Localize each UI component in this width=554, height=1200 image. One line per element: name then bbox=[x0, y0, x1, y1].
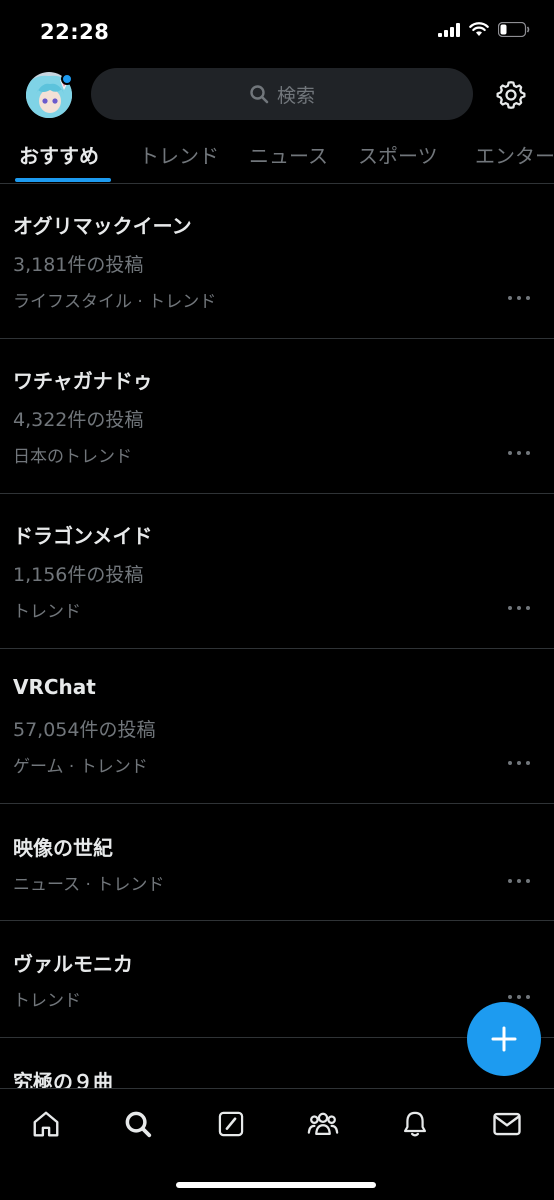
trend-title: オグリマックイーン bbox=[13, 214, 192, 238]
trend-context: ライフスタイル · トレンド bbox=[13, 292, 217, 312]
trend-title: ワチャガナドゥ bbox=[13, 369, 153, 393]
tab-sports[interactable]: スポーツ bbox=[358, 140, 438, 169]
more-options-icon[interactable] bbox=[508, 877, 530, 885]
bell-icon bbox=[403, 1111, 427, 1137]
trend-item[interactable]: ドラゴンメイド 1,156件の投稿 トレンド bbox=[0, 494, 554, 649]
tab-news[interactable]: ニュース bbox=[249, 140, 328, 169]
trend-title: ヴァルモニカ bbox=[13, 952, 133, 976]
grok-icon bbox=[218, 1111, 244, 1137]
more-options-icon[interactable] bbox=[508, 993, 530, 1001]
nav-communities[interactable] bbox=[306, 1107, 340, 1141]
search-placeholder: 検索 bbox=[276, 84, 315, 107]
tab-trending[interactable]: トレンド bbox=[139, 140, 219, 169]
trend-post-count: 57,054件の投稿 bbox=[13, 719, 156, 741]
home-indicator bbox=[176, 1182, 376, 1188]
nav-notifications[interactable] bbox=[398, 1107, 432, 1141]
status-time: 22:28 bbox=[40, 20, 110, 44]
trend-context: ニュース · トレンド bbox=[13, 875, 165, 895]
gear-icon bbox=[496, 81, 526, 109]
nav-search[interactable] bbox=[121, 1107, 155, 1141]
nav-grok[interactable] bbox=[214, 1107, 248, 1141]
trend-context: トレンド bbox=[13, 602, 81, 622]
tab-active-indicator bbox=[15, 178, 111, 182]
trend-title: ドラゴンメイド bbox=[13, 524, 153, 548]
settings-button[interactable] bbox=[494, 78, 528, 112]
home-icon bbox=[33, 1111, 59, 1137]
wifi-icon bbox=[469, 22, 489, 36]
tab-bar: おすすめ トレンド ニュース スポーツ エンター bbox=[0, 124, 554, 184]
trend-context: トレンド bbox=[13, 991, 81, 1011]
more-options-icon[interactable] bbox=[508, 449, 530, 457]
search-icon bbox=[250, 85, 269, 104]
avatar[interactable] bbox=[26, 72, 73, 118]
nav-home[interactable] bbox=[29, 1107, 63, 1141]
trend-context: 日本のトレンド bbox=[13, 447, 132, 467]
nav-messages[interactable] bbox=[490, 1107, 524, 1141]
trend-title: VRChat bbox=[13, 675, 96, 699]
search-input[interactable]: 検索 bbox=[91, 68, 473, 120]
communities-icon bbox=[307, 1112, 339, 1135]
battery-icon bbox=[498, 22, 530, 37]
search-icon bbox=[125, 1111, 152, 1138]
trend-title: 究極の９曲 bbox=[13, 1070, 113, 1088]
trend-title: 映像の世紀 bbox=[13, 836, 113, 860]
more-options-icon[interactable] bbox=[508, 294, 530, 302]
compose-button[interactable] bbox=[467, 1002, 541, 1076]
trend-item[interactable]: オグリマックイーン 3,181件の投稿 ライフスタイル · トレンド bbox=[0, 184, 554, 339]
trend-item[interactable]: 映像の世紀 ニュース · トレンド bbox=[0, 804, 554, 921]
tab-entertainment[interactable]: エンター bbox=[475, 140, 554, 169]
trend-context: ゲーム · トレンド bbox=[13, 757, 148, 777]
more-options-icon[interactable] bbox=[508, 604, 530, 612]
tab-recommended[interactable]: おすすめ bbox=[19, 140, 99, 169]
cellular-signal-icon bbox=[438, 22, 460, 37]
notification-dot bbox=[61, 73, 73, 85]
plus-icon bbox=[491, 1026, 517, 1052]
envelope-icon bbox=[493, 1112, 521, 1136]
trend-post-count: 1,156件の投稿 bbox=[13, 564, 144, 586]
trend-item[interactable]: ワチャガナドゥ 4,322件の投稿 日本のトレンド bbox=[0, 339, 554, 494]
more-options-icon[interactable] bbox=[508, 759, 530, 767]
trend-item[interactable]: VRChat 57,054件の投稿 ゲーム · トレンド bbox=[0, 649, 554, 804]
status-bar: 22:28 bbox=[0, 0, 554, 64]
trend-post-count: 4,322件の投稿 bbox=[13, 409, 144, 431]
header: 検索 bbox=[0, 64, 554, 124]
status-icons bbox=[438, 22, 530, 37]
trend-post-count: 3,181件の投稿 bbox=[13, 254, 144, 276]
